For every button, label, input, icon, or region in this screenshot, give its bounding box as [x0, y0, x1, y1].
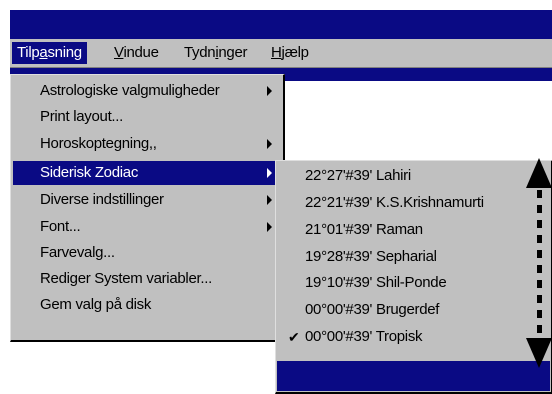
menu-item-gem-valg[interactable]: Gem valg på disk	[13, 293, 281, 317]
menu-tydninger[interactable]: Tydninger	[179, 42, 252, 64]
menu-item-siderisk-zodiac[interactable]: Siderisk Zodiac	[13, 161, 281, 185]
submenu-item-lahiri[interactable]: 22°27'#39' Lahiri	[278, 164, 549, 188]
menu-item-horoskoptegning[interactable]: Horoskoptegning,,	[13, 132, 281, 156]
scroll-down-arrow-icon[interactable]	[526, 338, 552, 368]
checkmark-icon: ✔	[288, 329, 300, 345]
menu-item-rediger-system-variabler[interactable]: Rediger System variabler...	[13, 267, 281, 291]
menu-item-font[interactable]: Font...	[13, 215, 281, 239]
chevron-right-icon	[267, 86, 272, 96]
menu-vindue[interactable]: Vindue	[109, 42, 164, 64]
submenu-item-krishnamurti[interactable]: 22°21'#39' K.S.Krishnamurti	[278, 191, 549, 215]
submenu-selection-strip	[277, 361, 550, 391]
menu-item-farvevalg[interactable]: Farvevalg...	[13, 241, 281, 265]
chevron-right-icon	[267, 139, 272, 149]
menu-bar: Tilpasning Vindue Tydninger Hjælp	[10, 39, 552, 68]
menu-tilpasning[interactable]: Tilpasning	[12, 42, 87, 64]
chevron-right-icon	[267, 168, 272, 178]
tilpasning-dropdown: Astrologiske valgmuligheder Print layout…	[10, 74, 285, 342]
submenu-item-shil-ponde[interactable]: 19°10'#39' Shil-Ponde	[278, 271, 549, 295]
title-bar	[10, 10, 552, 39]
submenu-item-brugerdef[interactable]: 00°00'#39' Brugerdef	[278, 298, 549, 322]
submenu-item-raman[interactable]: 21°01'#39' Raman	[278, 218, 549, 242]
scroll-track	[537, 190, 542, 336]
siderisk-zodiac-submenu: 22°27'#39' Lahiri 22°21'#39' K.S.Krishna…	[275, 160, 552, 394]
menu-item-print-layout[interactable]: Print layout...	[13, 105, 281, 129]
submenu-item-tropisk[interactable]: ✔ 00°00'#39' Tropisk	[278, 325, 549, 349]
scroll-up-arrow-icon[interactable]	[526, 158, 552, 188]
submenu-item-sepharial[interactable]: 19°28'#39' Sepharial	[278, 245, 549, 269]
menu-item-astrologiske-valgmuligheder[interactable]: Astrologiske valgmuligheder	[13, 79, 281, 103]
chevron-right-icon	[267, 222, 272, 232]
chevron-right-icon	[267, 195, 272, 205]
menu-hjaelp[interactable]: Hjælp	[266, 42, 314, 64]
menu-item-diverse-indstillinger[interactable]: Diverse indstillinger	[13, 188, 281, 212]
